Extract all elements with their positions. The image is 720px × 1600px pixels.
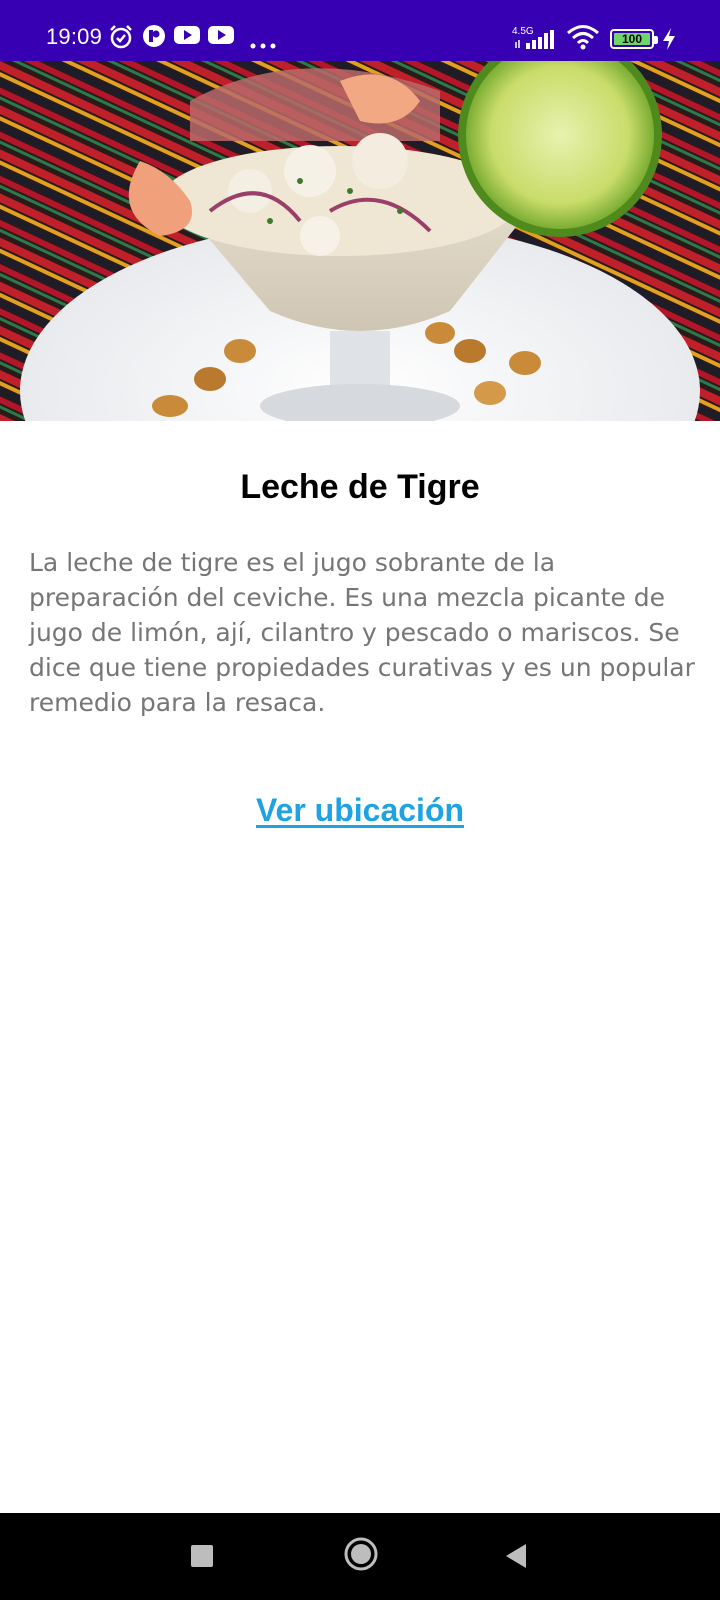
description-text: La leche de tigre es el jugo sobrante de… bbox=[29, 548, 695, 717]
page-title: Leche de Tigre bbox=[240, 468, 480, 506]
status-bar: 19:09 4.5G 100 bbox=[0, 0, 720, 61]
battery-icon: 100 bbox=[610, 29, 658, 53]
home-button[interactable] bbox=[344, 1537, 378, 1575]
back-button[interactable] bbox=[504, 1542, 528, 1574]
status-time: 19:09 bbox=[46, 24, 103, 49]
navigation-bar bbox=[0, 1513, 720, 1600]
hero-image bbox=[0, 61, 720, 421]
location-link-wrapper: Ver ubicación bbox=[0, 792, 720, 829]
app-notification-icon bbox=[142, 24, 166, 52]
signal-icon bbox=[514, 30, 558, 54]
view-location-link[interactable]: Ver ubicación bbox=[256, 792, 464, 828]
more-notifications-icon bbox=[250, 34, 276, 53]
alarm-icon bbox=[108, 24, 134, 54]
charging-icon bbox=[662, 28, 676, 54]
youtube-icon bbox=[174, 24, 200, 50]
battery-level: 100 bbox=[621, 32, 643, 46]
recents-button[interactable] bbox=[191, 1545, 213, 1571]
youtube-icon bbox=[208, 24, 234, 50]
wifi-icon bbox=[566, 24, 600, 54]
